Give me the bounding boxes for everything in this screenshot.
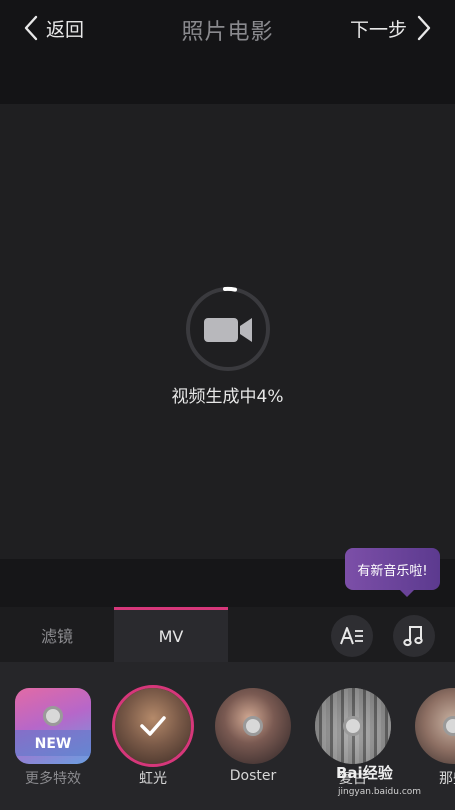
new-music-tooltip[interactable]: 有新音乐啦! (345, 548, 440, 597)
disc-icon (43, 706, 63, 726)
music-button[interactable] (393, 615, 435, 657)
top-bar: 返回 照片电影 下一步 (0, 0, 455, 104)
effect-aurora[interactable]: 虹光 (112, 685, 194, 787)
disc-icon (243, 716, 263, 736)
progress-text: 视频生成中4% (171, 387, 284, 407)
tooltip-text: 有新音乐啦! (357, 563, 428, 579)
selected-ring (112, 685, 194, 767)
disc-icon (343, 716, 363, 736)
more-effects-thumbnail: NEW (15, 688, 91, 764)
music-note-icon (403, 626, 423, 647)
poster-thumbnail (215, 688, 291, 764)
chevron-right-icon (417, 15, 431, 41)
effect-label: 虹光 (139, 771, 167, 787)
effect-more[interactable]: NEW 更多特效 (15, 688, 91, 787)
tab-mv-label: MV (158, 626, 184, 646)
tab-filter[interactable]: 滤镜 (0, 607, 114, 662)
video-loading-icon (186, 286, 270, 371)
effect-label: 更多特效 (25, 771, 81, 787)
text-style-button[interactable] (331, 615, 373, 657)
watermark-brand: Bai经验 (336, 764, 393, 782)
text-style-icon (340, 627, 363, 645)
effect-poster[interactable]: Doster (215, 688, 291, 784)
effect-label: 那些 (439, 771, 455, 787)
disc-icon (443, 716, 455, 736)
effect-those[interactable]: 那些 (415, 688, 455, 787)
retro-thumbnail (315, 688, 391, 764)
those-thumbnail (415, 688, 455, 764)
effect-retro[interactable]: 复古 (315, 688, 391, 787)
tab-mv[interactable]: MV (114, 607, 228, 662)
watermark-url: jingyan.baidu.com (338, 787, 422, 797)
next-label: 下一步 (349, 18, 407, 41)
new-badge: NEW (34, 736, 72, 752)
tab-filter-label: 滤镜 (40, 626, 73, 646)
next-button[interactable]: 下一步 (350, 14, 433, 42)
effect-label: Doster (229, 768, 277, 784)
tab-bar: 滤镜 MV (0, 607, 455, 662)
